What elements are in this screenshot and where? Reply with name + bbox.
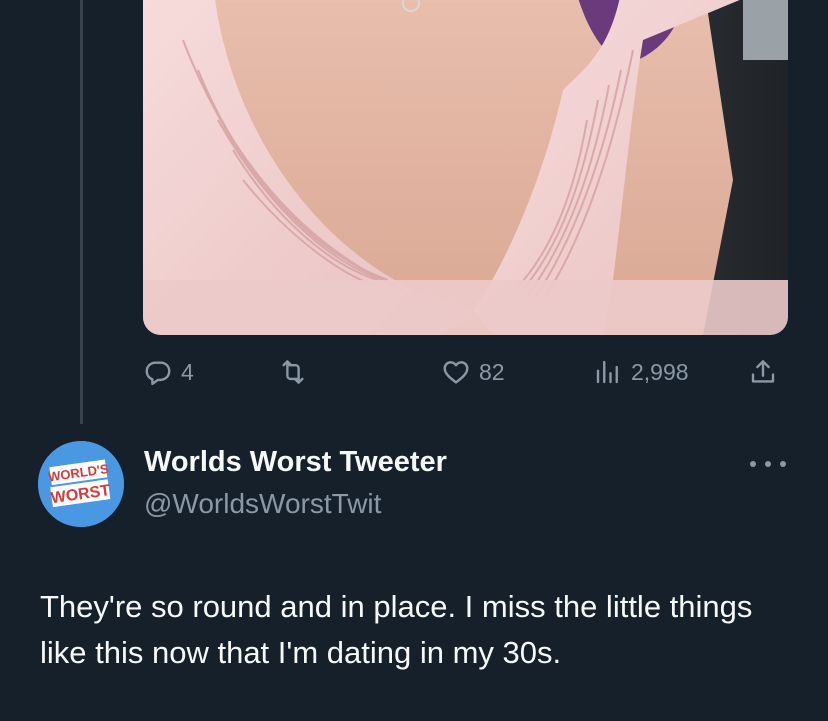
retweet-icon — [282, 360, 304, 384]
view-count: 2,998 — [631, 358, 689, 385]
share-button[interactable] — [748, 357, 778, 387]
share-upload-icon — [751, 360, 775, 383]
more-dot-icon — [750, 461, 756, 467]
retweet-button[interactable] — [278, 357, 316, 387]
more-options-button[interactable] — [750, 452, 786, 476]
tweet-body-text: They're so round and in place. I miss th… — [40, 589, 753, 670]
reply-button[interactable]: 4 — [143, 357, 194, 387]
avatar[interactable]: WORLD'S WORST — [38, 441, 124, 527]
reply-count: 4 — [181, 358, 194, 385]
tweet-media-image[interactable] — [143, 0, 788, 335]
author-handle[interactable]: @WorldsWorstTwit — [144, 488, 381, 520]
tweet-actions-bar: 4 82 2,998 — [143, 352, 788, 392]
views-button[interactable]: 2,998 — [593, 357, 689, 387]
tweet-thread: 4 82 2,998 WORLD'S WORST Worlds Worst Tw… — [0, 0, 828, 721]
more-dot-icon — [780, 461, 786, 467]
reply-icon — [145, 361, 171, 386]
like-button[interactable]: 82 — [441, 357, 505, 387]
more-dot-icon — [765, 461, 771, 467]
like-count: 82 — [479, 358, 505, 385]
photo-image-icon — [143, 0, 788, 335]
author-display-name[interactable]: Worlds Worst Tweeter — [144, 446, 447, 479]
thread-connector-line — [80, 0, 83, 424]
analytics-bars-icon — [596, 360, 618, 384]
heart-icon — [443, 361, 469, 384]
worlds-worst-logo-icon: WORLD'S WORST — [38, 441, 124, 527]
